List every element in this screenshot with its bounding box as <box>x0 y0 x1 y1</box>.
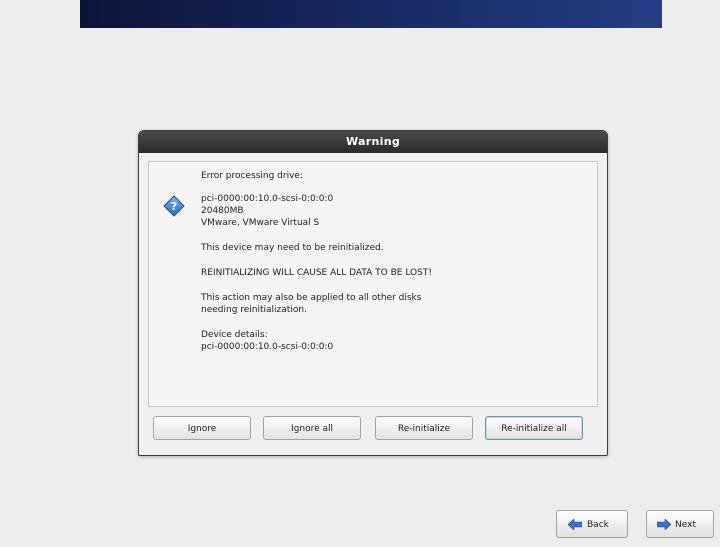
ignore-all-button-label: Ignore all <box>291 424 333 434</box>
error-heading: Error processing drive: <box>201 171 303 181</box>
arrow-left-icon <box>568 519 582 530</box>
apply-note-line: This action may also be applied to all o… <box>201 293 422 303</box>
svg-text:?: ? <box>171 200 177 213</box>
back-button-label: Back <box>587 520 609 530</box>
device-model: VMware, VMware Virtual S <box>201 218 320 228</box>
device-size: 20480MB <box>201 206 244 216</box>
ignore-all-button[interactable]: Ignore all <box>263 416 361 440</box>
device-info: pci-0000:00:10.0-scsi-0:0:0:0 20480MB VM… <box>201 193 591 229</box>
reinit-note: This device may need to be reinitialized… <box>201 243 384 253</box>
ignore-button-label: Ignore <box>187 424 217 434</box>
reinitialize-button-label: Re-initialize <box>397 424 451 434</box>
reinitialize-all-button[interactable]: Re-initialize all <box>485 416 583 440</box>
dialog-title: Warning <box>139 131 607 153</box>
header-banner <box>80 0 662 28</box>
dialog-message: Error processing drive: pci-0000:00:10.0… <box>201 170 591 366</box>
dialog-content: ? Error processing drive: pci-0000:00:10… <box>148 161 598 407</box>
back-button[interactable]: Back <box>556 510 628 538</box>
next-button[interactable]: Next <box>646 510 714 538</box>
device-details-label: Device details: <box>201 330 268 340</box>
ignore-button[interactable]: Ignore <box>153 416 251 440</box>
question-icon: ? <box>163 195 185 217</box>
apply-note: This action may also be applied to all o… <box>201 292 591 316</box>
reinitialize-button[interactable]: Re-initialize <box>375 416 473 440</box>
arrow-right-icon <box>657 519 671 530</box>
warning-dialog: Warning ? Error processing drive: pci-00… <box>138 130 608 456</box>
data-loss-warning: REINITIALIZING WILL CAUSE ALL DATA TO BE… <box>201 268 432 278</box>
reinitialize-all-button-label: Re-initialize all <box>501 424 567 434</box>
apply-note-line: needing reinitialization. <box>201 305 307 315</box>
next-button-label: Next <box>675 520 696 530</box>
device-path: pci-0000:00:10.0-scsi-0:0:0:0 <box>201 194 334 204</box>
device-details: Device details: pci-0000:00:10.0-scsi-0:… <box>201 329 591 353</box>
device-details-value: pci-0000:00:10.0-scsi-0:0:0:0 <box>201 342 334 352</box>
